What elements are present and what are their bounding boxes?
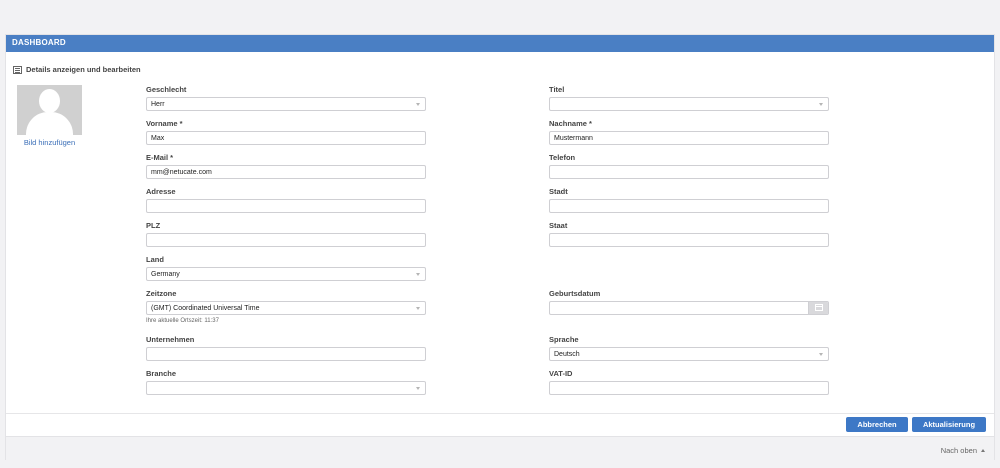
- timezone-select[interactable]: (GMT) Coordinated Universal Time: [146, 301, 426, 315]
- local-time-hint: Ihre aktuelle Ortszeit: 11:37: [146, 318, 219, 324]
- zip-label: PLZ: [146, 221, 161, 230]
- language-select[interactable]: Deutsch: [549, 347, 829, 361]
- language-label: Sprache: [549, 335, 579, 344]
- avatar-body-icon: [26, 112, 73, 135]
- title-field: Titel: [549, 85, 829, 111]
- state-field: Staat: [549, 221, 829, 247]
- phone-label: Telefon: [549, 153, 576, 162]
- firstname-field: Vorname * Max: [146, 119, 426, 145]
- gender-field: Geschlecht Herr: [146, 85, 426, 111]
- actions-divider: [6, 413, 994, 414]
- company-input[interactable]: [146, 347, 426, 361]
- city-input[interactable]: [549, 199, 829, 213]
- email-field: E-Mail * mm@netucate.com: [146, 153, 426, 179]
- industry-field: Branche: [146, 369, 426, 395]
- industry-select[interactable]: [146, 381, 426, 395]
- timezone-label: Zeitzone: [146, 289, 177, 298]
- industry-label: Branche: [146, 369, 177, 378]
- avatar-head-icon: [39, 89, 60, 113]
- company-label: Unternehmen: [146, 335, 195, 344]
- add-picture-link[interactable]: Bild hinzufügen: [17, 138, 82, 147]
- state-label: Staat: [549, 221, 568, 230]
- lastname-field: Nachname * Mustermann: [549, 119, 829, 145]
- country-label: Land: [146, 255, 164, 264]
- gender-select[interactable]: Herr: [146, 97, 426, 111]
- vatid-field: VAT-ID: [549, 369, 829, 395]
- birthdate-label: Geburtsdatum: [549, 289, 601, 298]
- birthdate-input[interactable]: [549, 301, 829, 315]
- update-button[interactable]: Aktualisierung: [912, 417, 986, 432]
- details-form-icon: [13, 65, 22, 74]
- title-select[interactable]: [549, 97, 829, 111]
- gender-label: Geschlecht: [146, 85, 187, 94]
- timezone-field: Zeitzone (GMT) Coordinated Universal Tim…: [146, 289, 426, 324]
- calendar-icon: [815, 304, 823, 311]
- phone-field: Telefon: [549, 153, 829, 179]
- dashboard-title: DASHBOARD: [12, 38, 66, 47]
- address-field: Adresse: [146, 187, 426, 213]
- address-label: Adresse: [146, 187, 176, 196]
- city-field: Stadt: [549, 187, 829, 213]
- vatid-input[interactable]: [549, 381, 829, 395]
- city-label: Stadt: [549, 187, 568, 196]
- firstname-input[interactable]: Max: [146, 131, 426, 145]
- zip-field: PLZ: [146, 221, 426, 247]
- section-title-text: Details anzeigen und bearbeiten: [26, 65, 141, 74]
- country-select[interactable]: Germany: [146, 267, 426, 281]
- section-title: Details anzeigen und bearbeiten: [13, 65, 141, 74]
- address-input[interactable]: [146, 199, 426, 213]
- top-bar: [0, 0, 1000, 34]
- avatar[interactable]: [17, 85, 82, 135]
- state-input[interactable]: [549, 233, 829, 247]
- zip-input[interactable]: [146, 233, 426, 247]
- footer: Nach oben: [6, 436, 994, 461]
- profile-panel: DASHBOARD Details anzeigen und bearbeite…: [5, 34, 995, 461]
- email-label: E-Mail *: [146, 153, 174, 162]
- phone-input[interactable]: [549, 165, 829, 179]
- language-field: Sprache Deutsch: [549, 335, 829, 361]
- back-to-top-link[interactable]: Nach oben: [941, 446, 985, 455]
- email-input[interactable]: mm@netucate.com: [146, 165, 426, 179]
- caret-up-icon: [981, 449, 985, 452]
- firstname-label: Vorname *: [146, 119, 183, 128]
- country-field: Land Germany: [146, 255, 426, 281]
- back-to-top-label: Nach oben: [940, 446, 977, 455]
- calendar-button[interactable]: [808, 302, 828, 314]
- title-label: Titel: [549, 85, 565, 94]
- dashboard-header: DASHBOARD: [6, 35, 994, 52]
- cancel-button[interactable]: Abbrechen: [846, 417, 908, 432]
- birthdate-field: Geburtsdatum: [549, 289, 829, 315]
- lastname-input[interactable]: Mustermann: [549, 131, 829, 145]
- company-field: Unternehmen: [146, 335, 426, 361]
- vatid-label: VAT-ID: [549, 369, 573, 378]
- lastname-label: Nachname *: [549, 119, 592, 128]
